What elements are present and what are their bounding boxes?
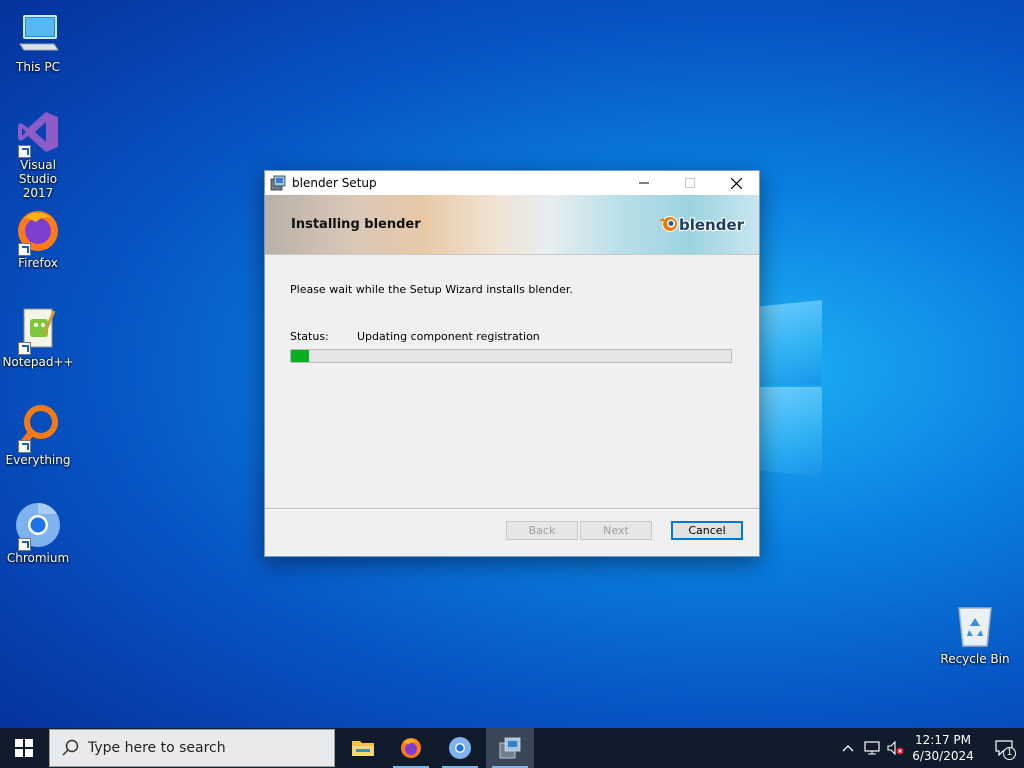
everything-search-icon xyxy=(14,403,62,453)
desktop-icon-this-pc[interactable]: This PC xyxy=(0,10,76,74)
next-button[interactable]: Next xyxy=(580,521,652,540)
desktop-icon-label: This PC xyxy=(16,60,60,74)
desktop-icon-label: Firefox xyxy=(18,256,58,270)
desktop-icon-firefox[interactable]: Firefox xyxy=(0,206,76,270)
action-center-button[interactable]: 1 xyxy=(984,728,1024,768)
windows-wallpaper-logo xyxy=(756,290,824,480)
taskbar-firefox[interactable] xyxy=(387,728,435,768)
taskbar-chromium[interactable] xyxy=(436,728,484,768)
back-button[interactable]: Back xyxy=(506,521,578,540)
taskbar: Type here to search 12:17 PM 6/30/2024 1 xyxy=(0,728,1024,768)
network-icon xyxy=(864,741,880,755)
banner-title: Installing blender xyxy=(291,217,421,232)
progress-fill xyxy=(291,350,309,362)
installer-icon xyxy=(499,737,521,759)
blender-logo: blender blender xyxy=(657,209,749,237)
file-explorer-icon xyxy=(352,741,374,756)
install-progress-bar xyxy=(290,349,732,363)
desktop-icon-recycle-bin[interactable]: Recycle Bin xyxy=(937,602,1013,666)
status-value: Updating component registration xyxy=(357,330,540,343)
status-label: Status: xyxy=(290,330,329,343)
notepad-plus-plus-icon xyxy=(14,305,62,355)
desktop-icon-label: Visual Studio 2017 xyxy=(18,158,58,200)
firefox-icon xyxy=(14,206,62,256)
minimize-button[interactable] xyxy=(621,171,667,195)
recycle-bin-icon xyxy=(951,602,999,650)
setup-dialog: blender Setup Installing blender blender… xyxy=(264,170,760,557)
system-tray: 12:17 PM 6/30/2024 1 xyxy=(836,728,1024,768)
desktop-icon-visual-studio[interactable]: Visual Studio 2017 xyxy=(0,108,76,200)
chromium-icon xyxy=(14,501,62,551)
this-pc-icon xyxy=(14,10,62,58)
search-icon xyxy=(62,739,79,756)
maximize-icon xyxy=(685,178,695,188)
dialog-content: Please wait while the Setup Wizard insta… xyxy=(265,255,759,507)
dialog-title: blender Setup xyxy=(292,176,377,190)
desktop-icon-chromium[interactable]: Chromium xyxy=(0,501,76,565)
desktop-icon-label: Everything xyxy=(5,453,71,467)
visual-studio-icon xyxy=(14,108,62,158)
close-icon xyxy=(730,177,742,189)
installer-icon xyxy=(270,175,286,191)
desktop-icon-label: Recycle Bin xyxy=(940,652,1010,666)
search-placeholder: Type here to search xyxy=(88,740,226,756)
taskbar-blender-setup[interactable] xyxy=(486,728,534,768)
dialog-titlebar[interactable]: blender Setup xyxy=(265,171,759,195)
maximize-button xyxy=(667,171,713,195)
windows-start-icon xyxy=(15,739,33,757)
chromium-icon xyxy=(449,737,471,759)
footer-divider-highlight xyxy=(265,509,759,510)
close-button[interactable] xyxy=(713,171,759,195)
desktop-icon-label: Notepad++ xyxy=(2,355,74,369)
chevron-up-icon xyxy=(842,745,854,752)
taskbar-clock[interactable]: 12:17 PM 6/30/2024 xyxy=(908,732,978,764)
start-button[interactable] xyxy=(0,728,48,768)
minimize-icon xyxy=(639,182,649,184)
desktop-icon-everything[interactable]: Everything xyxy=(0,403,76,467)
taskbar-file-explorer[interactable] xyxy=(339,728,387,768)
clock-date: 6/30/2024 xyxy=(912,749,974,763)
taskbar-search-box[interactable]: Type here to search xyxy=(49,729,335,767)
notification-badge: 1 xyxy=(1003,747,1016,760)
network-button[interactable] xyxy=(860,741,884,755)
desktop-icon-label: Chromium xyxy=(6,551,70,565)
clock-time: 12:17 PM xyxy=(915,733,971,747)
volume-button[interactable] xyxy=(884,741,908,755)
show-hidden-icons-button[interactable] xyxy=(836,744,860,752)
cancel-button[interactable]: Cancel xyxy=(671,521,743,540)
desktop-icon-notepad-plus-plus[interactable]: Notepad++ xyxy=(0,305,76,369)
volume-muted-icon xyxy=(887,741,904,755)
dialog-banner: Installing blender blender blender xyxy=(265,195,759,255)
firefox-icon xyxy=(401,738,421,758)
svg-text:blender: blender xyxy=(679,216,745,234)
intro-text: Please wait while the Setup Wizard insta… xyxy=(290,283,573,296)
